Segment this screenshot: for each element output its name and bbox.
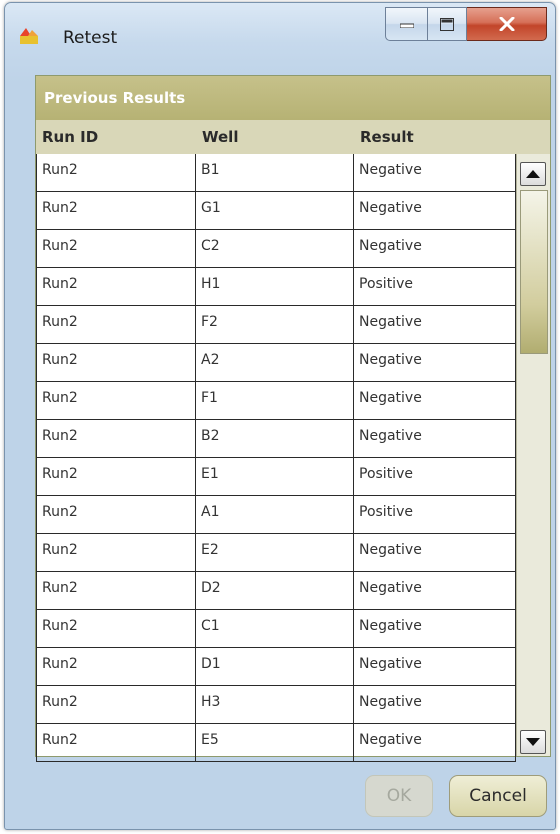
cell-well: H3	[196, 686, 354, 724]
cell-run-id: Run2	[36, 192, 196, 230]
ok-button[interactable]: OK	[365, 775, 433, 817]
cell-run-id: Run2	[36, 648, 196, 686]
cell-run-id: Run2	[36, 382, 196, 420]
table-row[interactable]: Run2 A1 Positive	[36, 496, 516, 534]
cancel-button[interactable]: Cancel	[449, 775, 547, 817]
maximize-icon	[440, 17, 454, 31]
previous-results-panel: Previous Results Run ID Well Result Run2…	[35, 75, 551, 762]
cell-well: F1	[196, 382, 354, 420]
cell-run-id: Run2	[36, 306, 196, 344]
cell-well: E5	[196, 724, 354, 762]
scrollbar-thumb[interactable]	[520, 190, 548, 354]
column-header-result[interactable]: Result	[354, 120, 516, 154]
cell-well: E2	[196, 534, 354, 572]
table-row[interactable]: Run2 A2 Negative	[36, 344, 516, 382]
scroll-up-button[interactable]	[520, 162, 546, 186]
cell-run-id: Run2	[36, 154, 196, 192]
window-title: Retest	[63, 28, 118, 48]
table-row[interactable]: Run2 E2 Negative	[36, 534, 516, 572]
cell-result: Positive	[354, 458, 516, 496]
panel-header: Previous Results	[36, 76, 550, 120]
cell-result: Negative	[354, 154, 516, 192]
column-header-corner	[516, 120, 550, 154]
table-row[interactable]: Run2 B1 Negative	[36, 154, 516, 192]
results-table-body: Run2 B1 Negative Run2 G1 Negative Run2 C2 Negati…	[36, 154, 516, 762]
column-header-run-id[interactable]: Run ID	[36, 120, 196, 154]
cell-well: C2	[196, 230, 354, 268]
cell-result: Negative	[354, 572, 516, 610]
cell-result: Negative	[354, 306, 516, 344]
app-icon	[19, 25, 39, 45]
table-row[interactable]: Run2 E1 Positive	[36, 458, 516, 496]
table-row[interactable]: Run2 C2 Negative	[36, 230, 516, 268]
scroll-down-button[interactable]	[520, 730, 546, 754]
cell-run-id: Run2	[36, 458, 196, 496]
cell-well: C1	[196, 610, 354, 648]
cell-run-id: Run2	[36, 420, 196, 458]
cell-result: Positive	[354, 268, 516, 306]
cell-result: Negative	[354, 192, 516, 230]
title-bar[interactable]: Retest	[5, 3, 555, 65]
column-header-row: Run ID Well Result	[36, 120, 516, 154]
cell-result: Negative	[354, 534, 516, 572]
table-row[interactable]: Run2 F2 Negative	[36, 306, 516, 344]
cell-well: H1	[196, 268, 354, 306]
cell-run-id: Run2	[36, 344, 196, 382]
cell-result: Negative	[354, 648, 516, 686]
cell-well: B2	[196, 420, 354, 458]
scroll-down-arrow-icon	[526, 738, 540, 746]
retest-dialog: Retest Previous Results Run ID Well Resu…	[4, 2, 556, 830]
cell-run-id: Run2	[36, 230, 196, 268]
cell-result: Positive	[354, 496, 516, 534]
table-row[interactable]: Run2 D1 Negative	[36, 648, 516, 686]
cell-result: Negative	[354, 420, 516, 458]
cell-run-id: Run2	[36, 534, 196, 572]
close-icon	[499, 17, 514, 31]
cell-well: D2	[196, 572, 354, 610]
table-row[interactable]: Run2 H3 Negative	[36, 686, 516, 724]
cell-result: Negative	[354, 344, 516, 382]
table-row[interactable]: Run2 C1 Negative	[36, 610, 516, 648]
cell-well: G1	[196, 192, 354, 230]
table-row[interactable]: Run2 D2 Negative	[36, 572, 516, 610]
cell-well: E1	[196, 458, 354, 496]
cell-well: B1	[196, 154, 354, 192]
cell-result: Negative	[354, 610, 516, 648]
cell-result: Negative	[354, 724, 516, 762]
cell-run-id: Run2	[36, 268, 196, 306]
minimize-button[interactable]	[385, 7, 427, 41]
scroll-up-arrow-icon	[526, 170, 540, 178]
column-header-well[interactable]: Well	[196, 120, 354, 154]
table-row[interactable]: Run2 F1 Negative	[36, 382, 516, 420]
cell-run-id: Run2	[36, 610, 196, 648]
maximize-button[interactable]	[427, 7, 467, 41]
cell-result: Negative	[354, 382, 516, 420]
vertical-scrollbar[interactable]	[516, 154, 550, 756]
cell-well: F2	[196, 306, 354, 344]
cell-well: A2	[196, 344, 354, 382]
table-row[interactable]: Run2 E5 Negative	[36, 724, 516, 762]
cell-run-id: Run2	[36, 572, 196, 610]
cell-run-id: Run2	[36, 686, 196, 724]
cell-result: Negative	[354, 230, 516, 268]
table-row[interactable]: Run2 B2 Negative	[36, 420, 516, 458]
close-button[interactable]	[467, 7, 547, 41]
table-row[interactable]: Run2 H1 Positive	[36, 268, 516, 306]
table-row[interactable]: Run2 G1 Negative	[36, 192, 516, 230]
dialog-footer: OK Cancel	[35, 759, 549, 817]
minimize-icon	[399, 23, 414, 28]
cell-run-id: Run2	[36, 496, 196, 534]
cell-well: A1	[196, 496, 354, 534]
cell-well: D1	[196, 648, 354, 686]
cell-result: Negative	[354, 686, 516, 724]
cell-run-id: Run2	[36, 724, 196, 762]
